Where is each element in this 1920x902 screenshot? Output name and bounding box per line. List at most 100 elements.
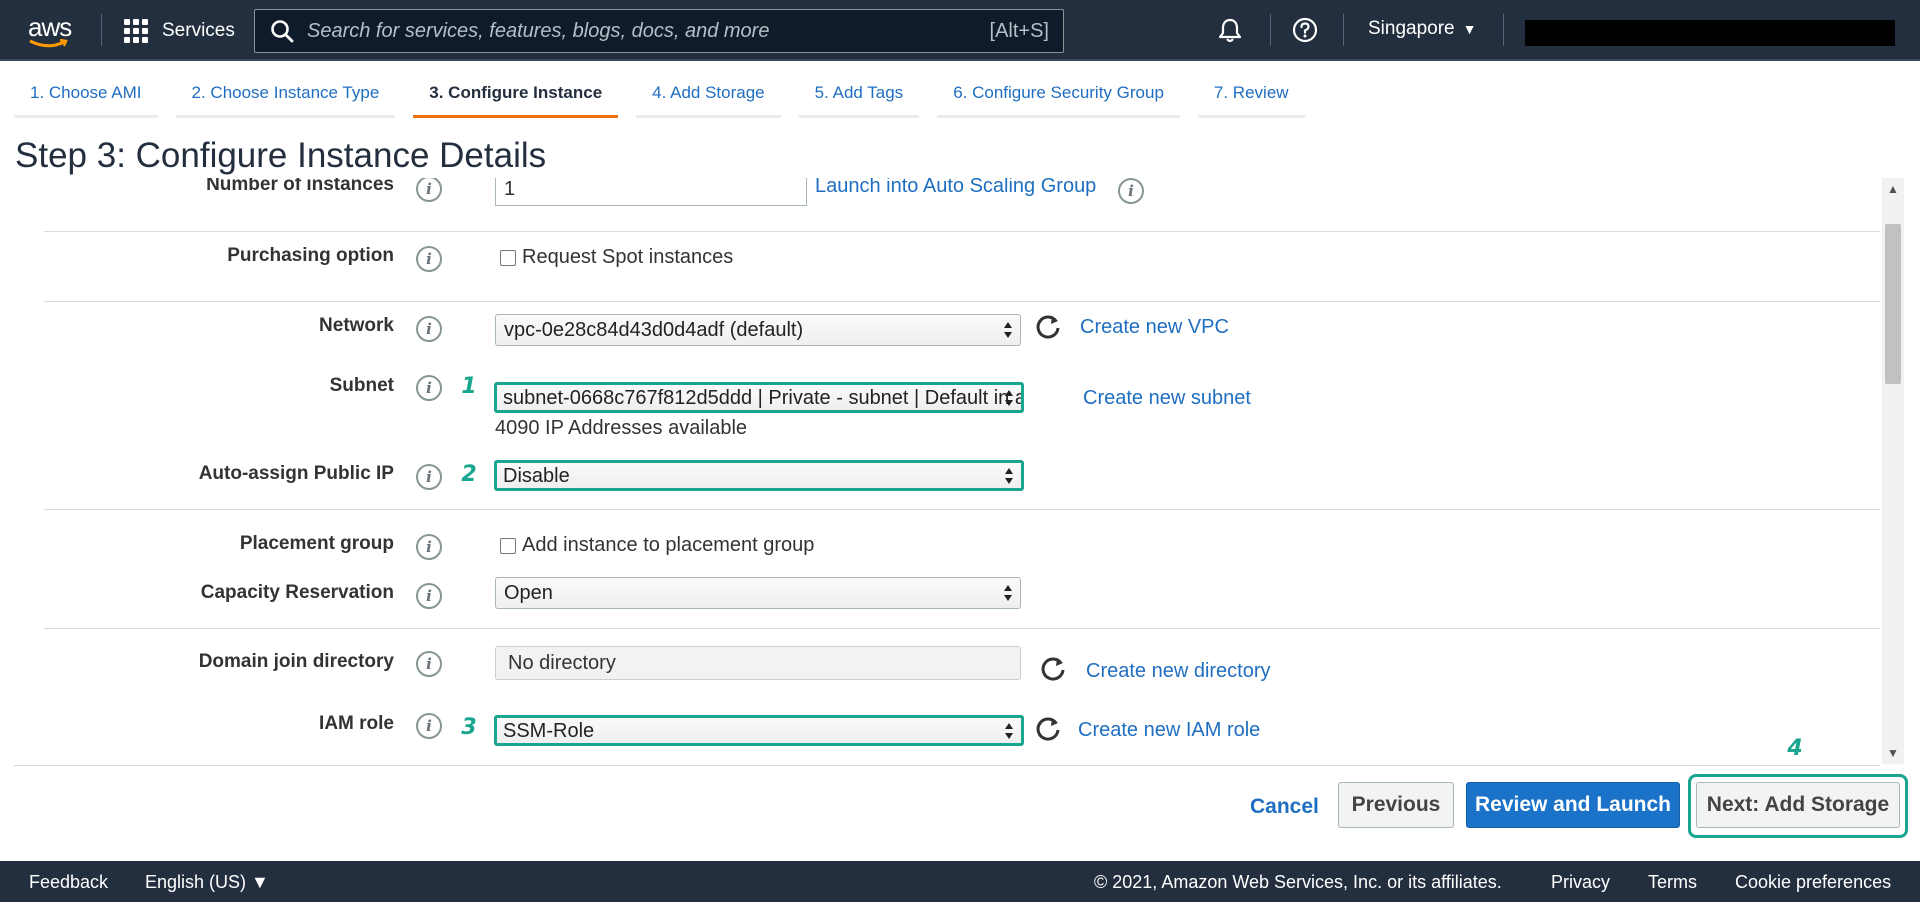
placement-group-option[interactable]: Add instance to placement group bbox=[500, 534, 814, 557]
network-select[interactable]: vpc-0e28c84d43d0d4adf (default) bbox=[495, 314, 1021, 346]
scroll-thumb[interactable] bbox=[1885, 224, 1901, 384]
terms-link[interactable]: Terms bbox=[1648, 872, 1697, 893]
cancel-button[interactable]: Cancel bbox=[1250, 784, 1319, 830]
create-iam-role-link[interactable]: Create new IAM role bbox=[1078, 719, 1260, 742]
create-directory-link[interactable]: Create new directory bbox=[1086, 660, 1271, 683]
info-icon[interactable]: i bbox=[416, 713, 442, 739]
info-icon[interactable]: i bbox=[416, 651, 442, 677]
section-divider bbox=[44, 628, 1880, 629]
create-subnet-link[interactable]: Create new subnet bbox=[1083, 387, 1251, 410]
spot-instances-checkbox[interactable] bbox=[500, 249, 516, 266]
privacy-link[interactable]: Privacy bbox=[1551, 872, 1610, 893]
placement-group-checkbox[interactable] bbox=[500, 537, 516, 554]
auto-assign-ip-value: Disable bbox=[503, 465, 570, 487]
feedback-link[interactable]: Feedback bbox=[29, 872, 108, 893]
subnet-value: subnet-0668c767f812d5ddd | Private - sub… bbox=[503, 387, 1021, 409]
spot-instances-label: Request Spot instances bbox=[522, 246, 734, 268]
subnet-ip-availability: 4090 IP Addresses available bbox=[495, 417, 748, 439]
search-input[interactable] bbox=[295, 11, 990, 51]
scroll-down-arrow-icon[interactable]: ▼ bbox=[1882, 742, 1904, 764]
create-vpc-link[interactable]: Create new VPC bbox=[1080, 316, 1229, 339]
search-bar[interactable]: [Alt+S] bbox=[254, 9, 1064, 53]
grid-icon bbox=[124, 19, 148, 43]
domain-join-label: Domain join directory bbox=[198, 651, 394, 672]
auto-assign-ip-select[interactable]: Disable bbox=[494, 460, 1024, 491]
select-arrows-icon bbox=[1004, 322, 1012, 338]
capacity-reservation-value: Open bbox=[504, 582, 553, 604]
iam-role-label: IAM role bbox=[319, 713, 394, 734]
network-value: vpc-0e28c84d43d0d4adf (default) bbox=[504, 319, 804, 341]
instances-label: Number of instances bbox=[206, 178, 394, 195]
tab-configure-instance[interactable]: 3. Configure Instance bbox=[413, 70, 619, 118]
refresh-icon[interactable] bbox=[1039, 654, 1067, 682]
spot-instances-option[interactable]: Request Spot instances bbox=[500, 246, 733, 269]
capacity-reservation-label: Capacity Reservation bbox=[200, 582, 394, 603]
region-selector[interactable]: Singapore ▼ bbox=[1368, 18, 1476, 40]
info-icon[interactable]: i bbox=[416, 246, 442, 272]
tab-review[interactable]: 7. Review bbox=[1197, 70, 1305, 118]
bell-icon[interactable] bbox=[1216, 16, 1244, 44]
nav-separator bbox=[1503, 14, 1504, 46]
refresh-icon[interactable] bbox=[1034, 714, 1062, 742]
tab-add-storage[interactable]: 4. Add Storage bbox=[636, 70, 781, 118]
select-arrows-icon bbox=[1005, 467, 1013, 484]
section-divider bbox=[44, 509, 1880, 510]
copyright-text: © 2021, Amazon Web Services, Inc. or its… bbox=[1094, 872, 1502, 892]
tab-add-tags[interactable]: 5. Add Tags bbox=[798, 70, 920, 118]
placement-group-label: Placement group bbox=[239, 533, 394, 554]
configure-instance-form: Number of instances i 1 Launch into Auto… bbox=[14, 178, 1880, 764]
page-footer: Feedback English (US) ▼ © 2021, Amazon W… bbox=[0, 861, 1920, 902]
section-divider bbox=[44, 301, 1880, 302]
review-and-launch-button[interactable]: Review and Launch bbox=[1466, 782, 1680, 828]
select-arrows-icon bbox=[1004, 585, 1012, 601]
chevron-down-icon: ▼ bbox=[1462, 21, 1477, 37]
section-divider bbox=[44, 231, 1880, 232]
help-icon[interactable] bbox=[1291, 16, 1319, 44]
nav-separator bbox=[101, 14, 102, 46]
search-icon bbox=[271, 20, 294, 43]
network-label: Network bbox=[319, 315, 394, 336]
instances-input[interactable]: 1 bbox=[495, 178, 807, 206]
next-add-storage-button[interactable]: Next: Add Storage bbox=[1696, 782, 1900, 828]
scroll-up-arrow-icon[interactable]: ▲ bbox=[1882, 178, 1904, 200]
form-scrollbar[interactable]: ▲ ▼ bbox=[1882, 178, 1904, 764]
info-icon[interactable]: i bbox=[416, 375, 442, 401]
tab-configure-security-group[interactable]: 6. Configure Security Group bbox=[937, 70, 1180, 118]
actions-divider bbox=[14, 765, 1880, 766]
info-icon[interactable]: i bbox=[416, 583, 442, 609]
account-menu-redacted[interactable] bbox=[1525, 20, 1895, 46]
info-icon[interactable]: i bbox=[416, 316, 442, 342]
nav-separator bbox=[1270, 14, 1271, 46]
search-shortcut-hint: [Alt+S] bbox=[989, 19, 1049, 42]
purchasing-option-label: Purchasing option bbox=[227, 245, 394, 266]
placement-group-checkbox-label: Add instance to placement group bbox=[522, 534, 815, 556]
tab-choose-ami[interactable]: 1. Choose AMI bbox=[14, 70, 158, 118]
step-badge-3: 3 bbox=[456, 715, 482, 741]
select-arrows-icon bbox=[1005, 722, 1013, 739]
subnet-label: Subnet bbox=[329, 375, 394, 396]
top-navigation: aws Services [Alt+S] Singapore ▼ bbox=[0, 0, 1920, 61]
step-badge-4: 4 bbox=[1782, 736, 1808, 762]
previous-button[interactable]: Previous bbox=[1338, 782, 1454, 828]
iam-role-select[interactable]: SSM-Role bbox=[494, 715, 1024, 746]
capacity-reservation-select[interactable]: Open bbox=[495, 577, 1021, 609]
services-menu-button[interactable]: Services bbox=[124, 14, 235, 48]
iam-role-value: SSM-Role bbox=[503, 720, 595, 742]
wizard-steps: 1. Choose AMI 2. Choose Instance Type 3.… bbox=[14, 70, 1323, 118]
info-icon[interactable]: i bbox=[416, 534, 442, 560]
language-selector[interactable]: English (US) ▼ bbox=[145, 872, 269, 893]
info-icon[interactable]: i bbox=[1118, 178, 1144, 204]
aws-logo[interactable]: aws bbox=[24, 12, 76, 48]
services-label: Services bbox=[162, 20, 235, 41]
select-arrows-icon bbox=[1005, 389, 1013, 406]
launch-auto-scaling-link[interactable]: Launch into Auto Scaling Group bbox=[815, 178, 1096, 198]
info-icon[interactable]: i bbox=[416, 464, 442, 490]
cookie-preferences-link[interactable]: Cookie preferences bbox=[1735, 872, 1891, 893]
aws-smile-icon bbox=[29, 38, 68, 48]
subnet-select[interactable]: subnet-0668c767f812d5ddd | Private - sub… bbox=[494, 382, 1024, 413]
nav-separator bbox=[1343, 14, 1344, 46]
info-icon[interactable]: i bbox=[416, 178, 442, 202]
tab-choose-instance-type[interactable]: 2. Choose Instance Type bbox=[175, 70, 396, 118]
refresh-icon[interactable] bbox=[1034, 312, 1062, 340]
step-badge-2: 2 bbox=[456, 462, 482, 488]
